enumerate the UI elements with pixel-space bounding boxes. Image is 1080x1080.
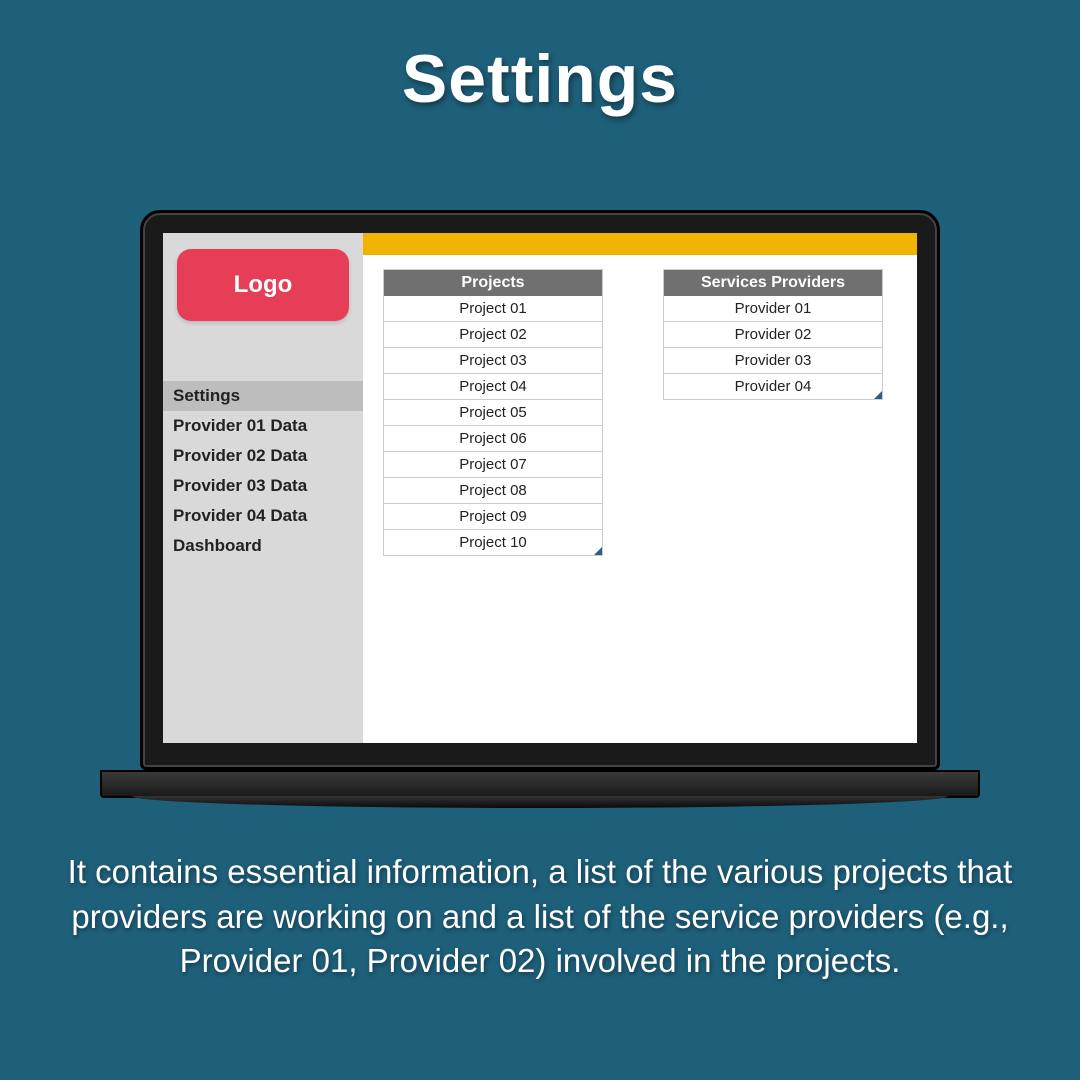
table-row[interactable]: Provider 01: [664, 296, 882, 322]
sidebar-item-provider-03-data[interactable]: Provider 03 Data: [163, 471, 363, 501]
table-row[interactable]: Project 01: [384, 296, 602, 322]
app-screen: Logo Settings Provider 01 Data Provider …: [163, 233, 917, 743]
laptop-mockup: Logo Settings Provider 01 Data Provider …: [140, 210, 940, 798]
table-row[interactable]: Project 08: [384, 478, 602, 504]
description-text: It contains essential information, a lis…: [40, 850, 1040, 984]
table-row[interactable]: Project 05: [384, 400, 602, 426]
table-row[interactable]: Project 04: [384, 374, 602, 400]
sidebar-item-provider-04-data[interactable]: Provider 04 Data: [163, 501, 363, 531]
providers-header: Services Providers: [664, 270, 882, 296]
top-accent-bar: [363, 233, 917, 255]
providers-table: Services Providers Provider 01 Provider …: [663, 269, 883, 400]
table-row[interactable]: Project 10: [384, 530, 602, 556]
projects-header: Projects: [384, 270, 602, 296]
table-row[interactable]: Project 03: [384, 348, 602, 374]
sidebar-nav: Settings Provider 01 Data Provider 02 Da…: [163, 381, 363, 561]
table-row[interactable]: Project 09: [384, 504, 602, 530]
logo-badge[interactable]: Logo: [177, 249, 349, 321]
table-row[interactable]: Provider 03: [664, 348, 882, 374]
table-row[interactable]: Provider 04: [664, 374, 882, 400]
table-row[interactable]: Provider 02: [664, 322, 882, 348]
page-title: Settings: [0, 0, 1080, 118]
sidebar-item-provider-01-data[interactable]: Provider 01 Data: [163, 411, 363, 441]
table-row[interactable]: Project 06: [384, 426, 602, 452]
projects-table: Projects Project 01 Project 02 Project 0…: [383, 269, 603, 556]
main-content: Projects Project 01 Project 02 Project 0…: [363, 255, 917, 743]
sidebar: Logo Settings Provider 01 Data Provider …: [163, 233, 363, 743]
sidebar-item-dashboard[interactable]: Dashboard: [163, 531, 363, 561]
laptop-base: [100, 770, 980, 798]
table-row[interactable]: Project 07: [384, 452, 602, 478]
table-row[interactable]: Project 02: [384, 322, 602, 348]
sidebar-item-provider-02-data[interactable]: Provider 02 Data: [163, 441, 363, 471]
laptop-screen-frame: Logo Settings Provider 01 Data Provider …: [140, 210, 940, 770]
sidebar-item-settings[interactable]: Settings: [163, 381, 363, 411]
